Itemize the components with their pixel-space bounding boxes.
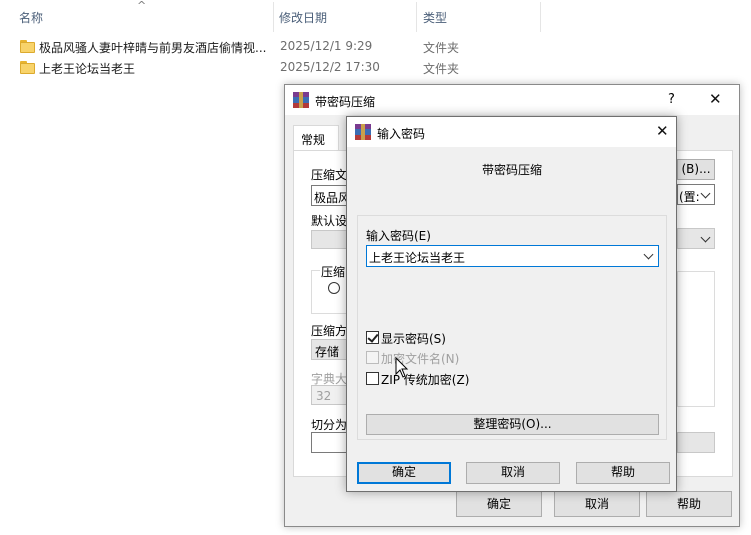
close-icon[interactable]: ✕ [709, 92, 722, 107]
file-row[interactable]: 极品风骚人妻叶梓晴与前男友酒店偷情视... 2025/12/1 9:29 文件夹 [0, 36, 548, 58]
password-dialog-titlebar[interactable]: 输入密码 ✕ [347, 117, 676, 147]
format-group: 压缩 [311, 263, 349, 314]
method-value: 存储 [315, 345, 340, 359]
cancel-button-label: 取消 [584, 497, 609, 511]
explorer-column-header: 名称 ^ 修改日期 类型 [0, 0, 751, 34]
profile-button[interactable] [311, 230, 349, 249]
update-mode-select[interactable]: (置: [677, 184, 715, 205]
file-type: 文件夹 [423, 62, 460, 76]
chevron-down-icon [700, 232, 711, 243]
password-label: 输入密码(E) [366, 229, 431, 243]
file-name: 上老王论坛当老王 [39, 62, 136, 76]
file-name: 极品风骚人妻叶梓晴与前男友酒店偷情视... [39, 41, 267, 55]
cancel-button[interactable]: 取消 [554, 491, 640, 517]
tab-general[interactable]: 常规 [293, 125, 339, 151]
column-divider[interactable] [273, 2, 274, 32]
help-button[interactable]: 帮助 [646, 491, 732, 517]
ok-button-label: 确定 [486, 497, 511, 511]
close-icon[interactable]: ✕ [656, 124, 669, 139]
archive-dialog-titlebar[interactable]: 带密码压缩 ? ✕ [285, 85, 739, 115]
password-dialog-title: 输入密码 [377, 127, 426, 141]
chevron-down-icon [700, 188, 711, 199]
method-select[interactable]: 存储 [311, 339, 349, 360]
column-name[interactable]: 名称 [19, 9, 43, 26]
organize-passwords-button[interactable]: 整理密码(O)... [366, 414, 659, 435]
archive-name-label: 压缩文 [311, 168, 348, 182]
show-password-checkbox[interactable] [366, 331, 379, 344]
dictionary-value: 32 [316, 389, 332, 403]
encrypt-filenames-checkbox [366, 351, 379, 364]
cancel-button-label: 取消 [500, 465, 525, 479]
split-label: 切分为 [311, 418, 348, 432]
file-type: 文件夹 [423, 41, 460, 55]
ok-button-label: 确定 [391, 465, 416, 479]
help-button[interactable]: 帮助 [576, 462, 670, 484]
right-select[interactable] [677, 432, 715, 453]
chevron-down-icon[interactable] [643, 249, 654, 260]
column-date[interactable]: 修改日期 [279, 9, 327, 26]
organize-passwords-label: 整理密码(O)... [473, 417, 552, 431]
ok-button[interactable]: 确定 [357, 462, 451, 484]
winrar-icon [293, 92, 309, 108]
profile-select[interactable] [677, 228, 715, 249]
help-icon[interactable]: ? [668, 92, 675, 107]
file-row[interactable]: 上老王论坛当老王 2025/12/2 17:30 文件夹 [0, 57, 548, 79]
zip-legacy-checkbox[interactable] [366, 372, 379, 385]
browse-button-label: (B)... [681, 162, 711, 176]
winrar-icon [355, 124, 371, 140]
column-divider[interactable] [540, 2, 541, 32]
archive-name-value: 极品风 [314, 191, 351, 205]
column-divider[interactable] [416, 2, 417, 32]
ok-button[interactable]: 确定 [456, 491, 542, 517]
encrypt-filenames-label: 加密文件名(N) [381, 352, 460, 366]
options-group [677, 271, 715, 407]
method-label: 压缩方 [311, 324, 348, 338]
format-group-label: 压缩 [320, 263, 347, 280]
mouse-cursor-icon [395, 357, 409, 378]
password-dialog-subtitle: 带密码压缩 [482, 163, 543, 177]
archive-dialog-title: 带密码压缩 [315, 95, 376, 109]
password-value: 上老王论坛当老王 [369, 251, 466, 265]
dictionary-select: 32 [311, 385, 349, 405]
folder-icon [20, 61, 35, 74]
password-input[interactable]: 上老王论坛当老王 [366, 245, 659, 267]
file-date: 2025/12/2 17:30 [280, 60, 380, 74]
update-mode-value: (置: [679, 190, 700, 204]
format-radio[interactable] [328, 282, 340, 294]
cancel-button[interactable]: 取消 [466, 462, 560, 484]
column-type[interactable]: 类型 [423, 9, 447, 26]
show-password-label[interactable]: 显示密码(S) [381, 330, 446, 347]
password-dialog: 输入密码 ✕ 带密码压缩 输入密码(E) 上老王论坛当老王 显示密码(S) 加密… [346, 116, 677, 492]
help-button-label: 帮助 [676, 497, 701, 511]
folder-icon [20, 40, 35, 53]
help-button-label: 帮助 [610, 465, 635, 479]
file-date: 2025/12/1 9:29 [280, 39, 373, 53]
tab-general-label: 常规 [301, 133, 326, 147]
browse-button[interactable]: (B)... [677, 159, 715, 180]
profile-label: 默认设 [311, 214, 348, 228]
split-input[interactable] [311, 432, 349, 453]
sort-up-icon: ^ [137, 0, 147, 12]
